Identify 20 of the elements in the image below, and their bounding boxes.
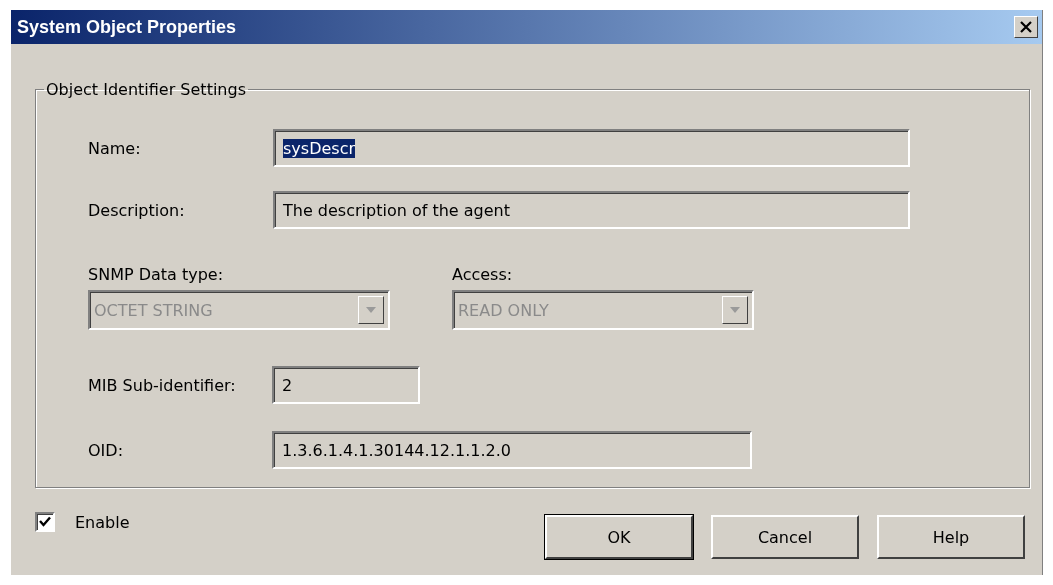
dialog-button[interactable]: Help xyxy=(877,515,1025,559)
checkbox[interactable] xyxy=(35,512,55,532)
dialog-button[interactable]: OK xyxy=(545,515,693,559)
input-field[interactable]: The description of the agent xyxy=(273,191,910,229)
group-title: Object Identifier Settings xyxy=(45,80,247,99)
input-field[interactable]: 2 xyxy=(272,366,420,404)
input-field[interactable]: sysDescr xyxy=(273,129,910,167)
input-field[interactable]: 1.3.6.1.4.1.30144.12.1.1.2.0 xyxy=(272,431,752,469)
checkmark-icon xyxy=(39,516,51,528)
field-label: SNMP Data type: xyxy=(88,265,225,284)
field-label: Description: xyxy=(88,200,186,220)
field-label: MIB Sub-identifier: xyxy=(88,375,237,395)
field-label: Name: xyxy=(88,138,142,158)
close-button[interactable] xyxy=(1014,16,1038,38)
checkbox-label: Enable xyxy=(75,512,130,532)
dialog-button[interactable]: Cancel xyxy=(711,515,859,559)
field-label: OID: xyxy=(88,440,125,460)
close-icon xyxy=(1019,21,1033,33)
field-label: Access: xyxy=(452,265,514,284)
window-title: System Object Properties xyxy=(17,16,237,38)
